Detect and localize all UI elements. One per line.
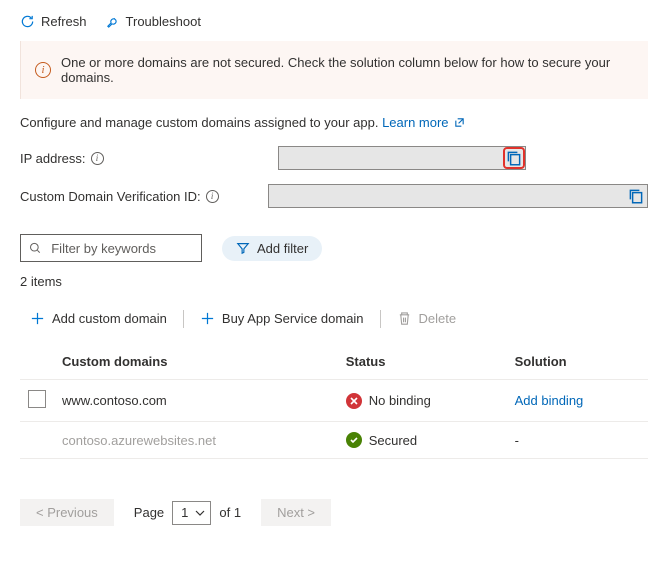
plus-icon [200, 311, 215, 326]
status-cell: No binding [338, 380, 507, 422]
refresh-button[interactable]: Refresh [20, 12, 87, 31]
next-button: Next > [261, 499, 331, 526]
error-icon [346, 393, 362, 409]
domain-cell: www.contoso.com [54, 380, 338, 422]
chevron-down-icon [195, 508, 205, 518]
verification-id-input[interactable] [268, 184, 648, 208]
warning-banner: i One or more domains are not secured. C… [20, 41, 648, 99]
ip-address-label: IP address: i [20, 151, 270, 166]
ip-address-input[interactable] [278, 146, 526, 170]
item-count: 2 items [20, 274, 648, 289]
separator [183, 310, 184, 328]
add-custom-domain-button[interactable]: Add custom domain [20, 307, 177, 330]
copy-icon [627, 187, 645, 205]
domain-cell: contoso.azurewebsites.net [54, 422, 338, 459]
delete-button: Delete [387, 307, 467, 330]
domains-table: Custom domains Status Solution www.conto… [20, 344, 648, 459]
solution-cell[interactable]: Add binding [507, 380, 648, 422]
page-select[interactable]: 1 [172, 501, 211, 525]
solution-cell: - [507, 422, 648, 459]
troubleshoot-label: Troubleshoot [126, 14, 201, 29]
buy-domain-button[interactable]: Buy App Service domain [190, 307, 374, 330]
status-cell: Secured [338, 422, 507, 459]
external-link-icon [454, 117, 465, 128]
trash-icon [397, 311, 412, 326]
page-of: of 1 [219, 505, 241, 520]
add-filter-label: Add filter [257, 241, 308, 256]
copy-icon [505, 149, 523, 167]
copy-verification-id-button[interactable] [627, 187, 645, 205]
intro-text: Configure and manage custom domains assi… [20, 115, 382, 130]
wrench-icon [105, 14, 120, 29]
copy-ip-button[interactable] [505, 149, 523, 167]
column-status[interactable]: Status [338, 344, 507, 380]
separator [380, 310, 381, 328]
learn-more-link[interactable]: Learn more [382, 115, 465, 130]
check-icon [346, 432, 362, 448]
info-icon[interactable]: i [91, 152, 104, 165]
page-label: Page [134, 505, 164, 520]
column-solution[interactable]: Solution [507, 344, 648, 380]
previous-button: < Previous [20, 499, 114, 526]
refresh-label: Refresh [41, 14, 87, 29]
table-row[interactable]: www.contoso.comNo bindingAdd binding [20, 380, 648, 422]
refresh-icon [20, 14, 35, 29]
search-input[interactable] [49, 240, 193, 257]
add-filter-button[interactable]: Add filter [222, 236, 322, 261]
table-row[interactable]: contoso.azurewebsites.netSecured- [20, 422, 648, 459]
banner-message: One or more domains are not secured. Che… [61, 55, 634, 85]
filter-icon [236, 241, 250, 255]
row-checkbox[interactable] [28, 390, 46, 408]
troubleshoot-button[interactable]: Troubleshoot [105, 12, 201, 31]
search-box[interactable] [20, 234, 202, 262]
info-icon[interactable]: i [206, 190, 219, 203]
plus-icon [30, 311, 45, 326]
info-icon: i [35, 62, 51, 78]
column-domain[interactable]: Custom domains [54, 344, 338, 380]
verification-id-label: Custom Domain Verification ID: i [20, 189, 260, 204]
column-checkbox [20, 344, 54, 380]
search-icon [29, 241, 41, 255]
intro-text-row: Configure and manage custom domains assi… [20, 115, 648, 130]
